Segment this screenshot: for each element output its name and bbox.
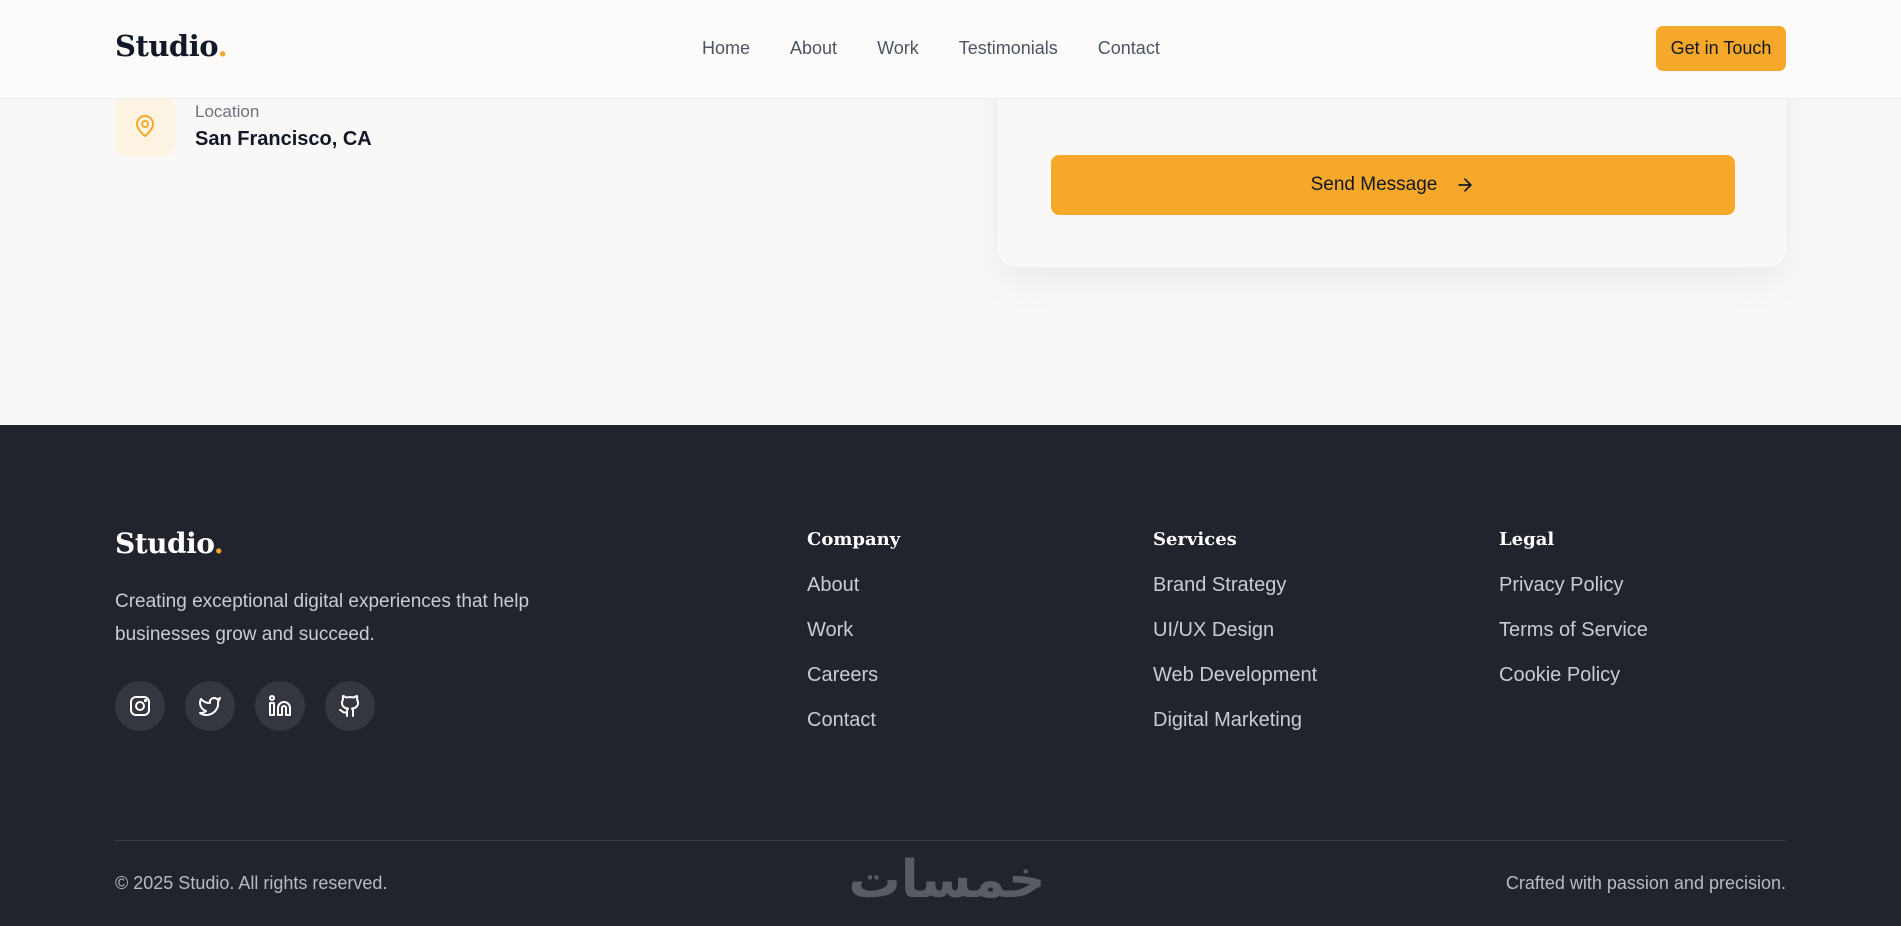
send-message-button[interactable]: Send Message bbox=[1051, 155, 1735, 215]
copyright-text: © 2025 Studio. All rights reserved. bbox=[115, 873, 388, 893]
footer-link-digital-marketing[interactable]: Digital Marketing bbox=[1153, 707, 1317, 734]
footer-column-legal: Legal Privacy Policy Terms of Service Co… bbox=[1499, 529, 1648, 707]
location-icon-box bbox=[115, 96, 175, 156]
footer-link-careers[interactable]: Careers bbox=[807, 662, 900, 689]
footer-link-contact[interactable]: Contact bbox=[807, 707, 900, 734]
main-nav: Home About Work Testimonials Contact bbox=[702, 38, 1160, 59]
social-links bbox=[115, 681, 375, 731]
arrow-right-icon bbox=[1458, 178, 1473, 192]
footer-logo[interactable]: Studio. bbox=[115, 527, 224, 560]
footer-column-services: Services Brand Strategy UI/UX Design Web… bbox=[1153, 529, 1317, 752]
footer-column-company: Company About Work Careers Contact bbox=[807, 529, 900, 752]
nav-link-home[interactable]: Home bbox=[702, 38, 750, 59]
nav-link-about[interactable]: About bbox=[790, 38, 837, 59]
footer-link-ui-ux-design[interactable]: UI/UX Design bbox=[1153, 617, 1317, 644]
twitter-icon bbox=[199, 697, 221, 716]
twitter-link[interactable] bbox=[185, 681, 235, 731]
footer-link-work[interactable]: Work bbox=[807, 617, 900, 644]
footer-link-cookie-policy[interactable]: Cookie Policy bbox=[1499, 662, 1648, 689]
nav-link-work[interactable]: Work bbox=[877, 38, 919, 59]
header-logo[interactable]: Studio. bbox=[115, 29, 228, 63]
footer-divider bbox=[115, 840, 1786, 841]
github-icon bbox=[339, 695, 360, 717]
location-value: San Francisco, CA bbox=[195, 127, 372, 150]
footer-link-web-development[interactable]: Web Development bbox=[1153, 662, 1317, 689]
github-link[interactable] bbox=[325, 681, 375, 731]
nav-link-contact[interactable]: Contact bbox=[1098, 38, 1160, 59]
footer-heading-legal: Legal bbox=[1499, 529, 1555, 550]
instagram-link[interactable] bbox=[115, 681, 165, 731]
site-footer: Studio. Creating exceptional digital exp… bbox=[0, 425, 1901, 926]
get-in-touch-button[interactable]: Get in Touch bbox=[1656, 26, 1786, 71]
footer-link-brand-strategy[interactable]: Brand Strategy bbox=[1153, 572, 1317, 599]
footer-tagline: Creating exceptional digital experiences… bbox=[115, 591, 530, 645]
footer-link-about[interactable]: About bbox=[807, 572, 900, 599]
send-message-label: Send Message bbox=[1310, 174, 1438, 195]
instagram-icon bbox=[130, 696, 150, 716]
crafted-text: Crafted with passion and precision. bbox=[1505, 873, 1786, 893]
footer-heading-company: Company bbox=[807, 529, 901, 550]
nav-link-testimonials[interactable]: Testimonials bbox=[959, 38, 1058, 59]
linkedin-icon bbox=[269, 695, 291, 716]
watermark-logo: خمسات bbox=[848, 855, 1045, 907]
footer-link-privacy-policy[interactable]: Privacy Policy bbox=[1499, 572, 1648, 599]
location-info: Location San Francisco, CA bbox=[115, 96, 372, 156]
footer-heading-services: Services bbox=[1153, 529, 1237, 550]
map-pin-icon bbox=[136, 115, 154, 137]
watermark-text: خمسات bbox=[848, 855, 1045, 907]
linkedin-link[interactable] bbox=[255, 681, 305, 731]
location-label: Location bbox=[195, 101, 260, 121]
footer-link-terms-of-service[interactable]: Terms of Service bbox=[1499, 617, 1648, 644]
top-navbar: Studio. Home About Work Testimonials Con… bbox=[0, 0, 1901, 99]
